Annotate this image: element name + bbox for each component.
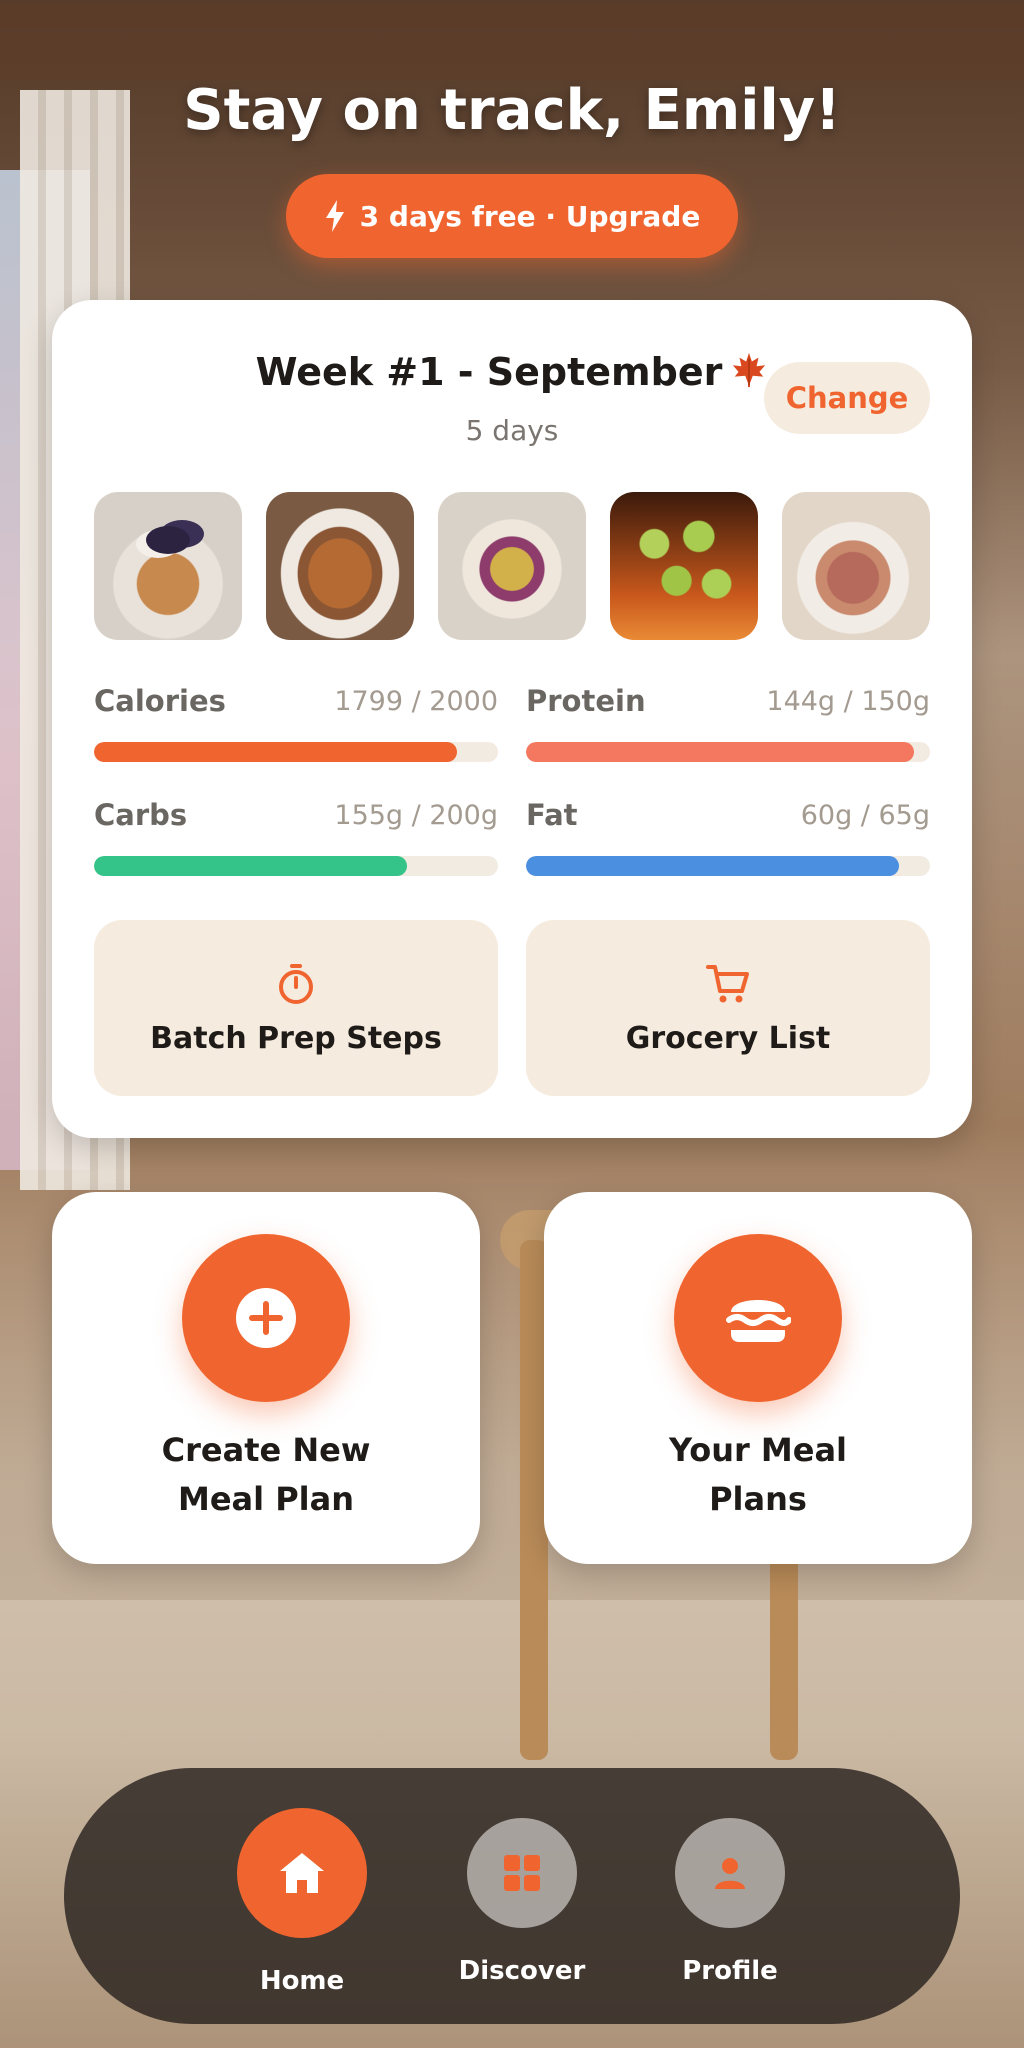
macro-value: 60g / 65g [800,800,930,831]
meal-thumbnail-baked-potato[interactable] [266,492,414,640]
macro-protein: Protein 144g / 150g [526,684,930,764]
upgrade-button[interactable]: 3 days free · Upgrade [286,174,738,258]
week-title: Week #1 - September [255,350,723,394]
meal-thumbnails [94,492,930,640]
change-plan-button[interactable]: Change [764,362,930,434]
nav-discover-label: Discover [458,1956,586,1986]
macro-value: 144g / 150g [766,686,930,717]
macro-progress-track [526,742,930,762]
meal-thumbnail-raspberry-bars[interactable] [782,492,930,640]
shopping-cart-icon [706,964,749,1002]
nav-profile[interactable]: Profile [640,1768,820,2024]
macro-label: Fat [526,798,578,832]
plus-circle-icon [236,1288,296,1348]
macro-calories: Calories 1799 / 2000 [94,684,498,764]
grocery-list-label: Grocery List [625,1020,831,1056]
home-icon [280,1853,324,1893]
nav-profile-label: Profile [682,1956,778,1986]
batch-prep-label: Batch Prep Steps [150,1020,442,1056]
your-meal-plans-label: Your Meal Plans [668,1431,848,1518]
macro-progress-fill [94,742,458,762]
macro-carbs: Carbs 155g / 200g [94,798,498,878]
macro-progress-fill [526,742,914,762]
nav-discover-bubble [467,1818,577,1928]
nav-profile-bubble [675,1818,785,1928]
macro-label: Protein [526,684,646,718]
plans-icon-circle [674,1234,842,1402]
macro-progress-track [94,856,498,876]
burger-icon [726,1300,791,1342]
nav-home[interactable]: Home [212,1768,392,2024]
nav-home-label: Home [259,1966,345,1996]
macro-value: 155g / 200g [334,800,498,831]
create-meal-plan-label: Create New Meal Plan [161,1431,371,1518]
macro-progress-fill [94,856,408,876]
greeting-title: Stay on track, Emily! [183,78,841,143]
nav-discover[interactable]: Discover [432,1768,612,2024]
macro-value: 1799 / 2000 [334,686,498,717]
lightning-icon [325,200,344,232]
user-icon [715,1858,745,1889]
meal-thumbnail-pancakes[interactable] [94,492,242,640]
nav-home-bubble [237,1808,367,1938]
macro-label: Calories [94,684,226,718]
macro-progress-track [94,742,498,762]
meal-thumbnail-grain-bowl[interactable] [438,492,586,640]
macro-progress-track [526,856,930,876]
bottom-navigation-bar: Home Discover Profile [64,1768,960,2024]
macro-fat: Fat 60g / 65g [526,798,930,878]
meal-thumbnail-grapes[interactable] [610,492,758,640]
batch-prep-steps-button[interactable]: Batch Prep Steps [94,920,498,1096]
upgrade-label: 3 days free · Upgrade [359,199,701,233]
grid-icon [504,1855,540,1891]
macro-label: Carbs [94,798,188,832]
create-meal-plan-tile[interactable]: Create New Meal Plan [52,1192,480,1564]
maple-leaf-icon [733,352,766,388]
stopwatch-icon [279,963,313,1004]
meal-plan-card: Week #1 - September 5 days Change Calori… [52,300,972,1138]
macro-progress-fill [526,856,899,876]
create-icon-circle [182,1234,350,1402]
background-beam [0,0,1024,80]
your-meal-plans-tile[interactable]: Your Meal Plans [544,1192,972,1564]
grocery-list-button[interactable]: Grocery List [526,920,930,1096]
